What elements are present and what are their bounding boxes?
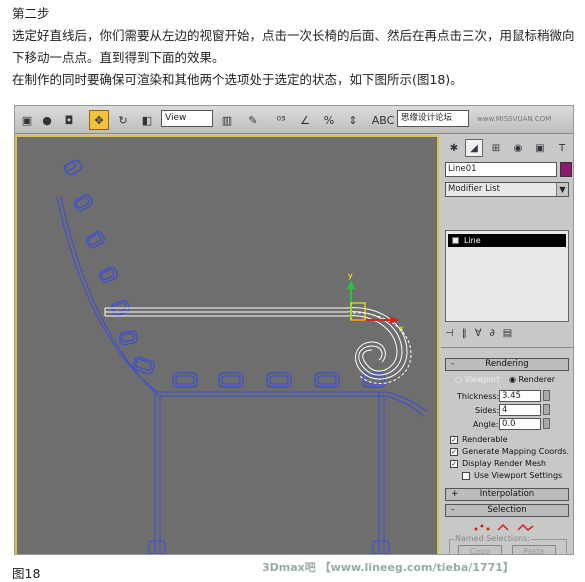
instruction-paragraph-2: 在制作的同时要确保可渲染和其他两个选项处于选定的状态，如下图所示(图18)。 bbox=[12, 72, 463, 87]
rendering-rollout-header[interactable]: - Rendering bbox=[445, 358, 569, 371]
svg-text:y: y bbox=[348, 271, 353, 280]
angle-label: Angle: bbox=[473, 420, 499, 429]
create-tab-icon[interactable]: ✱ bbox=[445, 139, 463, 157]
pivot-icon[interactable]: ▥ bbox=[217, 110, 237, 130]
named-selections-group: Named Selections: Copy Paste bbox=[449, 534, 567, 554]
renderable-checkbox[interactable]: ✓ bbox=[450, 436, 458, 444]
thickness-field[interactable]: 3.45 bbox=[499, 390, 541, 402]
gen-mapping-checkbox[interactable]: ✓ bbox=[450, 448, 458, 456]
link-icon[interactable]: ▣ bbox=[17, 110, 37, 130]
figure-caption: 图18 bbox=[12, 566, 41, 581]
object-name-field[interactable]: Line01 bbox=[445, 162, 557, 177]
vertex-icon bbox=[474, 524, 490, 531]
display-mesh-label: Display Render Mesh bbox=[462, 459, 547, 468]
thickness-label: Thickness: bbox=[457, 392, 500, 401]
spinner-snap-icon[interactable]: ⇕ bbox=[343, 110, 363, 130]
utilities-tab-icon[interactable]: T bbox=[553, 139, 571, 157]
renderable-label: Renderable bbox=[462, 435, 508, 444]
sub-object-level-icons bbox=[474, 523, 534, 532]
stack-item-label: Line bbox=[464, 236, 481, 245]
interpolation-rollout-header[interactable]: + Interpolation bbox=[445, 488, 569, 501]
renderer-radio-label: Renderer bbox=[518, 375, 556, 384]
modifier-list-dropdown[interactable]: Modifier List ▼ bbox=[445, 182, 569, 197]
segment-icon bbox=[497, 523, 509, 531]
paste-button[interactable]: Paste bbox=[512, 545, 556, 554]
pin-stack-icon[interactable]: ⊣ bbox=[445, 328, 462, 339]
use-viewport-label: Use Viewport Settings bbox=[474, 471, 563, 480]
motion-tab-icon[interactable]: ◉ bbox=[509, 139, 527, 157]
site-watermark: www.MISSVUAN.COM bbox=[477, 115, 552, 123]
watermark-text: 3Dmax吧 【www.lineeg.com/tieba/1771】 bbox=[262, 561, 514, 574]
thickness-spinner[interactable] bbox=[543, 390, 550, 401]
expand-icon[interactable] bbox=[452, 237, 459, 244]
remove-modifier-icon[interactable]: ∂ bbox=[490, 328, 503, 339]
viewport-radio-label: Viewport bbox=[464, 375, 500, 384]
max-screenshot: ▣ ● ◘ ✥ ↻ ◧ View ▥ ✎ ⁰³ ∠ % ⇕ ABC 思缘设计论坛… bbox=[14, 105, 574, 555]
gen-mapping-label: Generate Mapping Coords. bbox=[462, 447, 570, 456]
sides-label: Sides: bbox=[475, 406, 500, 415]
stack-item-line[interactable]: Line bbox=[448, 234, 566, 247]
selection-rollout-header[interactable]: - Selection bbox=[445, 504, 569, 517]
configure-sets-icon[interactable]: ▤ bbox=[503, 328, 520, 339]
object-color-swatch[interactable] bbox=[560, 162, 572, 177]
select-region-icon[interactable]: ◘ bbox=[59, 110, 79, 130]
percent-snap-icon[interactable]: % bbox=[319, 110, 339, 130]
rendering-rollout-title: Rendering bbox=[485, 359, 529, 369]
bench-wireframe: y x bbox=[56, 159, 428, 554]
sides-spinner[interactable] bbox=[543, 404, 550, 415]
use-viewport-checkbox[interactable] bbox=[462, 472, 470, 480]
angle-snap-icon[interactable]: ∠ bbox=[295, 110, 315, 130]
renderer-radio[interactable]: ◉ Renderer bbox=[509, 375, 555, 384]
display-mesh-checkbox[interactable]: ✓ bbox=[450, 460, 458, 468]
angle-spinner[interactable] bbox=[543, 418, 550, 429]
stack-controls: ⊣‖∀∂▤ bbox=[445, 328, 569, 344]
scale-icon[interactable]: ◧ bbox=[137, 110, 157, 130]
viewport-radio[interactable]: ○ Viewport bbox=[455, 375, 500, 384]
command-panel-tabs: ✱ ◢ ⊞ ◉ ▣ T bbox=[441, 137, 573, 159]
named-selections-label: Named Selections: bbox=[454, 534, 531, 543]
show-end-result-icon[interactable]: ‖ bbox=[462, 328, 475, 339]
instruction-paragraph-1: 选定好直线后，你们需要从左边的视窗开始，点击一次长椅的后面、然后在再点击三次，用… bbox=[12, 28, 575, 65]
svg-text:x: x bbox=[399, 324, 404, 333]
named-selection-select[interactable]: 思缘设计论坛 bbox=[397, 110, 469, 127]
snap-toggle-icon[interactable]: ⁰³ bbox=[271, 110, 291, 130]
rotate-icon[interactable]: ↻ bbox=[113, 110, 133, 130]
select-manipulate-icon[interactable]: ✎ bbox=[243, 110, 263, 130]
display-tab-icon[interactable]: ▣ bbox=[531, 139, 549, 157]
named-selection-icon[interactable]: ABC bbox=[372, 110, 395, 130]
modifier-stack: Line bbox=[445, 230, 569, 322]
modifier-list-label: Modifier List bbox=[448, 184, 500, 194]
modify-tab-icon[interactable]: ◢ bbox=[465, 139, 483, 157]
chevron-down-icon[interactable]: ▼ bbox=[556, 183, 568, 196]
bench-slats bbox=[63, 159, 386, 388]
spline-icon bbox=[517, 523, 534, 532]
hierarchy-tab-icon[interactable]: ⊞ bbox=[487, 139, 505, 157]
copy-button[interactable]: Copy bbox=[458, 545, 502, 554]
make-unique-icon[interactable]: ∀ bbox=[475, 328, 490, 339]
angle-field[interactable]: 0.0 bbox=[499, 418, 541, 430]
step-heading: 第二步 bbox=[12, 6, 50, 21]
select-object-icon[interactable]: ● bbox=[37, 110, 57, 130]
main-toolbar: ▣ ● ◘ ✥ ↻ ◧ View ▥ ✎ ⁰³ ∠ % ⇕ ABC 思缘设计论坛… bbox=[15, 106, 573, 134]
interpolation-rollout-title: Interpolation bbox=[479, 489, 535, 499]
reference-coord-select[interactable]: View bbox=[161, 110, 213, 127]
sides-field[interactable]: 4 bbox=[499, 404, 541, 416]
select-and-move-icon[interactable]: ✥ bbox=[89, 110, 109, 130]
command-panel: ✱ ◢ ⊞ ◉ ▣ T Line01 Modifier List ▼ Line … bbox=[441, 135, 573, 554]
left-viewport[interactable]: y x bbox=[15, 135, 439, 554]
selection-rollout-title: Selection bbox=[487, 505, 527, 515]
